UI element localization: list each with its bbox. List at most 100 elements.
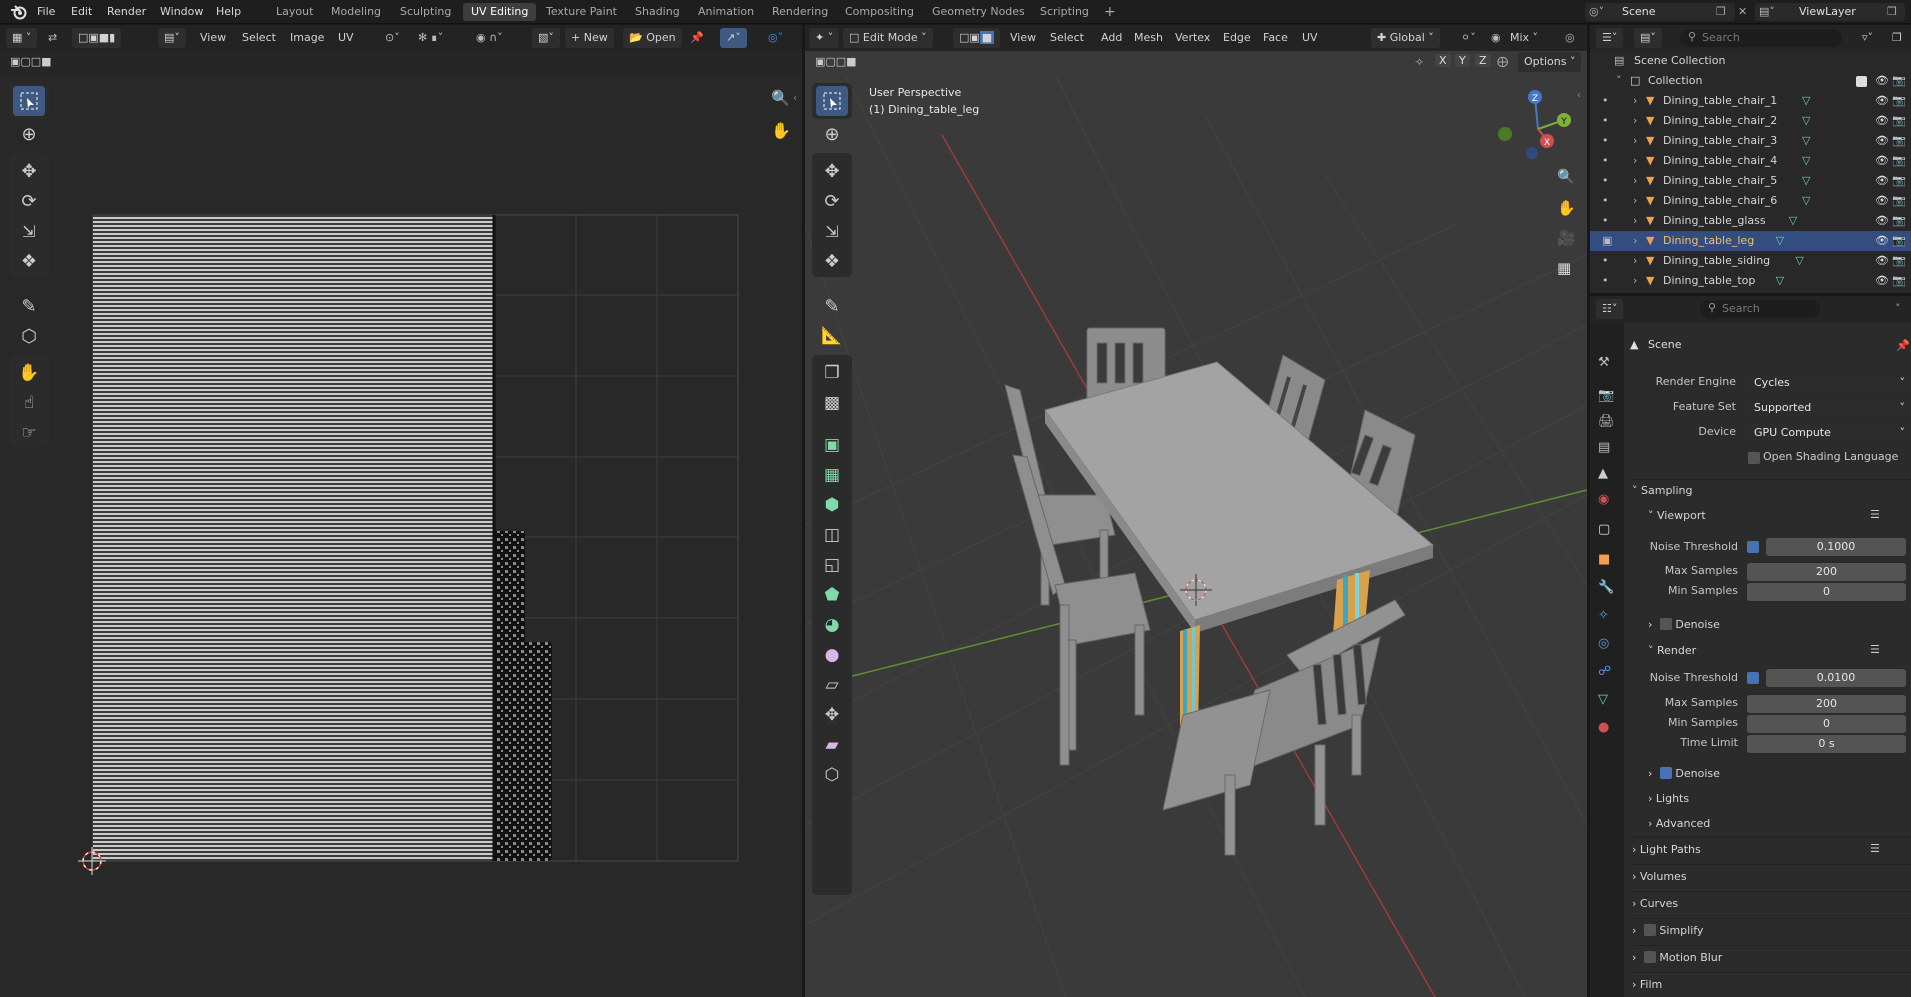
restrict-select-icon[interactable]: •: [1602, 251, 1609, 271]
render-noise-threshold-field[interactable]: 0.0100: [1766, 669, 1906, 687]
scene-tab-icon[interactable]: ▲: [1598, 466, 1608, 481]
mesh-data-icon[interactable]: ▽: [1776, 231, 1784, 251]
lights-panel[interactable]: › Lights: [1648, 788, 1689, 810]
viewport-pan-icon[interactable]: ✋: [1557, 199, 1576, 217]
properties-search-input[interactable]: ⚲ Search: [1700, 300, 1820, 318]
time-limit-field[interactable]: 0 s: [1747, 735, 1906, 753]
poly-build-tool[interactable]: ⬟: [816, 580, 848, 610]
mesh-data-icon[interactable]: ▽: [1776, 271, 1784, 291]
restrict-select-icon[interactable]: •: [1602, 131, 1609, 151]
render-max-samples-field[interactable]: 200: [1747, 695, 1906, 713]
volumes-panel[interactable]: › Volumes: [1632, 866, 1687, 888]
simplify-checkbox[interactable]: [1643, 924, 1656, 936]
viewport-denoise-panel[interactable]: › Denoise: [1648, 614, 1720, 636]
viewport-noise-threshold-field[interactable]: 0.1000: [1766, 538, 1906, 556]
rip-tool[interactable]: ⬡: [816, 760, 848, 790]
output-tab-icon[interactable]: 🖨: [1598, 414, 1615, 429]
restrict-select-icon[interactable]: •: [1602, 191, 1609, 211]
viewport-menu-select[interactable]: Select: [1050, 28, 1084, 48]
viewport-select-box-tool[interactable]: [816, 86, 848, 116]
menu-render[interactable]: Render: [107, 0, 146, 24]
visibility-eye-icon[interactable]: 👁: [1875, 251, 1889, 271]
render-engine-dropdown[interactable]: Cycles ˅: [1748, 374, 1911, 392]
viewport-menu-vertex[interactable]: Vertex: [1175, 28, 1210, 48]
outliner-editor-type-icon[interactable]: ☰˅: [1596, 28, 1624, 48]
viewport-denoise-checkbox[interactable]: [1659, 618, 1672, 630]
expand-chevron-icon[interactable]: ›: [1633, 151, 1637, 171]
render-subpanel-header[interactable]: ˅ Render: [1648, 640, 1696, 662]
advanced-panel[interactable]: › Advanced: [1648, 813, 1710, 835]
edge-slide-tool[interactable]: ▱: [816, 670, 848, 700]
collection-render-icon[interactable]: 📷: [1892, 71, 1906, 91]
expand-chevron-icon[interactable]: ›: [1633, 231, 1637, 251]
workspace-tab-texture-paint[interactable]: Texture Paint: [538, 3, 625, 21]
viewport-editor-type-icon[interactable]: ✦ ˅: [809, 28, 840, 48]
render-camera-icon[interactable]: 📷: [1892, 231, 1906, 251]
render-camera-icon[interactable]: 📷: [1892, 131, 1906, 151]
outliner-row-dining-table-top[interactable]: • › ▼ Dining_table_top ▽ 👁 📷: [1590, 271, 1911, 291]
properties-options-icon[interactable]: ˅: [1895, 299, 1901, 319]
workspace-tab-geometry-nodes[interactable]: Geometry Nodes: [924, 3, 1033, 21]
new-scene-icon[interactable]: ❐: [1716, 3, 1726, 21]
proportional-icon[interactable]: ◉: [1491, 28, 1501, 48]
scene-selector[interactable]: ◎˅ Scene ❐: [1585, 3, 1735, 21]
workspace-tab-shading[interactable]: Shading: [627, 3, 688, 21]
collection-expand-icon[interactable]: ˅: [1616, 71, 1622, 91]
visibility-eye-icon[interactable]: 👁: [1875, 191, 1889, 211]
outliner-row-dining-table-chair-4[interactable]: • › ▼ Dining_table_chair_4 ▽ 👁 📷: [1590, 151, 1911, 171]
mirror-x-button[interactable]: X: [1435, 54, 1451, 67]
render-presets-icon[interactable]: ☰: [1870, 643, 1880, 656]
blender-logo-icon[interactable]: [10, 4, 28, 20]
inset-faces-tool[interactable]: ▦: [816, 460, 848, 490]
restrict-select-icon[interactable]: ▣: [1602, 231, 1612, 251]
render-camera-icon[interactable]: 📷: [1892, 151, 1906, 171]
expand-chevron-icon[interactable]: ›: [1633, 131, 1637, 151]
light-paths-panel[interactable]: › Light Paths: [1632, 839, 1701, 861]
workspace-tab-uv-editing[interactable]: UV Editing: [463, 3, 537, 21]
viewport-menu-uv[interactable]: UV: [1302, 28, 1318, 48]
outliner-search-input[interactable]: ⚲ Search: [1680, 29, 1842, 47]
restrict-select-icon[interactable]: •: [1602, 271, 1609, 291]
measure-tool[interactable]: 📐: [816, 321, 848, 351]
menu-edit[interactable]: Edit: [71, 0, 92, 24]
workspace-tab-rendering[interactable]: Rendering: [764, 3, 836, 21]
delete-scene-icon[interactable]: ✕: [1738, 5, 1747, 18]
object-tab-icon[interactable]: ■: [1598, 552, 1610, 567]
viewport-scale-tool[interactable]: ⇲: [816, 216, 848, 246]
render-camera-icon[interactable]: 📷: [1892, 211, 1906, 231]
viewport-min-samples-field[interactable]: 0: [1747, 583, 1906, 601]
sampling-panel-header[interactable]: ˅ Sampling: [1632, 480, 1693, 502]
collection-row[interactable]: ˅ □ Collection 👁 📷: [1590, 71, 1911, 91]
curves-panel[interactable]: › Curves: [1632, 893, 1678, 915]
auto-merge-icon[interactable]: ⨁: [1497, 55, 1508, 68]
viewport-zoom-icon[interactable]: 🔍: [1557, 169, 1574, 185]
visibility-eye-icon[interactable]: 👁: [1875, 131, 1889, 151]
outliner-row-dining-table-chair-3[interactable]: • › ▼ Dining_table_chair_3 ▽ 👁 📷: [1590, 131, 1911, 151]
light-paths-presets-icon[interactable]: ☰: [1870, 842, 1880, 855]
viewport-subpanel-header[interactable]: ˅ Viewport: [1648, 505, 1706, 527]
falloff-selector[interactable]: Mix ˅: [1510, 28, 1538, 48]
motion-blur-panel[interactable]: › Motion Blur: [1632, 947, 1722, 969]
extrude-region-tool[interactable]: ▩: [816, 388, 848, 418]
visibility-eye-icon[interactable]: 👁: [1875, 231, 1889, 251]
display-mode-icon[interactable]: ▤˅: [1634, 28, 1662, 48]
device-dropdown[interactable]: GPU Compute ˅: [1748, 424, 1911, 442]
uv-island-main[interactable]: [93, 215, 495, 861]
outliner-row-dining-table-glass[interactable]: • › ▼ Dining_table_glass ▽ 👁 📷: [1590, 211, 1911, 231]
properties-editor-type-icon[interactable]: ☷˅: [1596, 299, 1624, 319]
visibility-eye-icon[interactable]: 👁: [1875, 271, 1889, 291]
viewport-overlay-icon[interactable]: ◎: [1565, 28, 1575, 48]
outliner-row-dining-table-chair-1[interactable]: • › ▼ Dining_table_chair_1 ▽ 👁 📷: [1590, 91, 1911, 111]
viewport-annotate-tool[interactable]: ✎: [816, 291, 848, 321]
mesh-data-icon[interactable]: ▽: [1795, 251, 1803, 271]
visibility-eye-icon[interactable]: 👁: [1875, 211, 1889, 231]
bevel-tool[interactable]: ⬢: [816, 490, 848, 520]
tool-tab-icon[interactable]: ⚒: [1598, 355, 1610, 370]
mirror-z-button[interactable]: Z: [1475, 54, 1491, 67]
outliner-row-dining-table-chair-5[interactable]: • › ▼ Dining_table_chair_5 ▽ 👁 📷: [1590, 171, 1911, 191]
camera-view-icon[interactable]: 🎥: [1557, 229, 1576, 247]
mode-selector[interactable]: □ Edit Mode ˅: [843, 28, 933, 48]
render-camera-icon[interactable]: 📷: [1892, 271, 1906, 291]
viewport-transform-tool[interactable]: ❖: [816, 246, 848, 276]
render-denoise-checkbox[interactable]: [1659, 767, 1672, 779]
